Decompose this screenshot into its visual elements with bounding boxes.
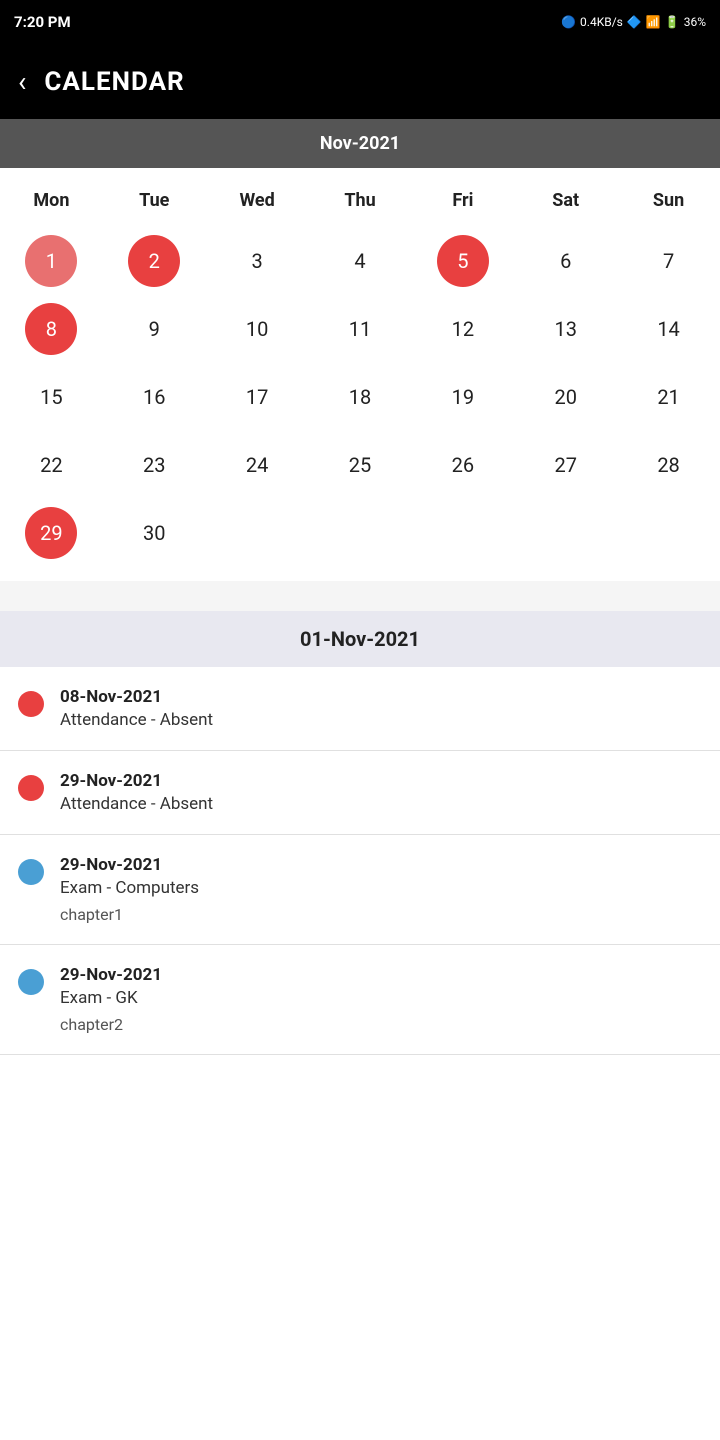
weekday-label: Sun [617,186,720,215]
event-content: 29-Nov-2021 Exam - GK chapter2 [60,965,162,1034]
event-dot [18,775,44,801]
calendar-day[interactable]: 7 [617,227,720,295]
event-item[interactable]: 29-Nov-2021 Exam - GK chapter2 [0,945,720,1055]
calendar-grid: 1234567891011121314151617181920212223242… [0,223,720,571]
calendar-day[interactable]: 2 [103,227,206,295]
calendar-day[interactable]: 3 [206,227,309,295]
calendar-day[interactable]: 21 [617,363,720,431]
signal-icon: 📶 [646,15,661,29]
calendar-day [411,499,514,567]
event-item[interactable]: 29-Nov-2021 Exam - Computers chapter1 [0,835,720,945]
event-content: 29-Nov-2021 Exam - Computers chapter1 [60,855,199,924]
network-icon: 🔵 [561,15,576,29]
event-content: 29-Nov-2021 Attendance - Absent [60,771,213,814]
event-title: Exam - Computers [60,878,199,898]
calendar-day[interactable]: 16 [103,363,206,431]
event-date: 29-Nov-2021 [60,965,162,985]
calendar-day [514,499,617,567]
event-content: 08-Nov-2021 Attendance - Absent [60,687,213,730]
calendar-day[interactable]: 1 [0,227,103,295]
bluetooth-icon: 🔷 [627,15,642,29]
event-list: 08-Nov-2021Attendance - Absent29-Nov-202… [0,667,720,1055]
weekday-label: Tue [103,186,206,215]
calendar-day[interactable]: 27 [514,431,617,499]
calendar-day[interactable]: 8 [0,295,103,363]
calendar-day[interactable]: 13 [514,295,617,363]
weekday-label: Mon [0,186,103,215]
calendar-day[interactable]: 19 [411,363,514,431]
event-subtitle: chapter1 [60,905,199,924]
weekday-label: Thu [309,186,412,215]
calendar-day[interactable]: 25 [309,431,412,499]
battery-icon: 🔋 [665,15,680,29]
calendar-day[interactable]: 22 [0,431,103,499]
calendar-day[interactable]: 26 [411,431,514,499]
calendar-day[interactable]: 23 [103,431,206,499]
event-date: 08-Nov-2021 [60,687,213,707]
app-header: ‹ CALENDAR [0,44,720,119]
event-date: 29-Nov-2021 [60,855,199,875]
calendar-day[interactable]: 15 [0,363,103,431]
status-time: 7:20 PM [14,13,71,31]
event-section-header: 01-Nov-2021 [0,611,720,667]
event-date: 29-Nov-2021 [60,771,213,791]
calendar-day[interactable]: 14 [617,295,720,363]
month-header[interactable]: Nov-2021 [0,119,720,168]
event-item[interactable]: 08-Nov-2021 Attendance - Absent [0,667,720,751]
calendar-day[interactable]: 28 [617,431,720,499]
status-bar: 7:20 PM 🔵 0.4KB/s 🔷 📶 🔋 36% [0,0,720,44]
calendar-day[interactable]: 20 [514,363,617,431]
calendar-day[interactable]: 9 [103,295,206,363]
calendar-day[interactable]: 29 [0,499,103,567]
calendar-day[interactable]: 10 [206,295,309,363]
calendar-day[interactable]: 17 [206,363,309,431]
calendar-day[interactable]: 12 [411,295,514,363]
calendar-day[interactable]: 18 [309,363,412,431]
network-speed: 0.4KB/s [580,15,623,29]
month-label: Nov-2021 [320,133,400,154]
calendar-day[interactable]: 24 [206,431,309,499]
event-title: Attendance - Absent [60,710,213,730]
calendar-day[interactable]: 4 [309,227,412,295]
weekday-label: Sat [514,186,617,215]
event-item[interactable]: 29-Nov-2021 Attendance - Absent [0,751,720,835]
event-dot [18,969,44,995]
calendar-day [617,499,720,567]
calendar-container: MonTueWedThuFriSatSun 123456789101112131… [0,168,720,581]
calendar-day[interactable]: 6 [514,227,617,295]
event-dot [18,691,44,717]
back-button[interactable]: ‹ [18,68,26,96]
event-title: Exam - GK [60,988,162,1008]
event-header-date: 01-Nov-2021 [300,627,420,651]
event-dot [18,859,44,885]
section-divider [0,581,720,611]
calendar-day [206,499,309,567]
page-title: CALENDAR [44,67,184,97]
event-subtitle: chapter2 [60,1015,162,1034]
calendar-day [309,499,412,567]
weekday-label: Fri [411,186,514,215]
calendar-day[interactable]: 30 [103,499,206,567]
battery-level: 36% [684,15,706,29]
calendar-day[interactable]: 5 [411,227,514,295]
weekday-label: Wed [206,186,309,215]
status-icons: 🔵 0.4KB/s 🔷 📶 🔋 36% [561,15,706,29]
event-title: Attendance - Absent [60,794,213,814]
calendar-day[interactable]: 11 [309,295,412,363]
weekday-row: MonTueWedThuFriSatSun [0,178,720,223]
